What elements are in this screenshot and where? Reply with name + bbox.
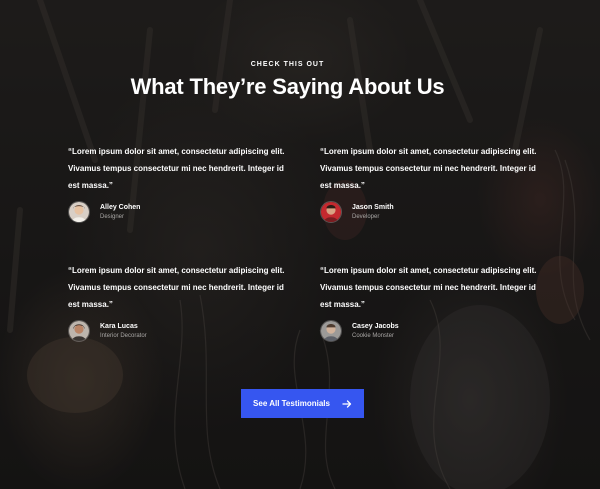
avatar (320, 201, 342, 223)
arrow-right-icon (342, 399, 352, 408)
testimonial-quote: “Lorem ipsum dolor sit amet, consectetur… (320, 147, 537, 190)
author-role: Designer (100, 213, 125, 220)
section-heading: What They’re Saying About Us (130, 74, 445, 99)
testimonial-card: “Lorem ipsum dolor sit amet, consectetur… (320, 262, 540, 342)
author-role: Developer (352, 213, 380, 220)
avatar (68, 201, 90, 223)
testimonial-card: “Lorem ipsum dolor sit amet, consectetur… (68, 262, 288, 342)
testimonial-author: Alley Cohen Designer (68, 201, 288, 223)
testimonial-quote: “Lorem ipsum dolor sit amet, consectetur… (320, 266, 537, 309)
testimonials-section: CHECK THIS OUT What They’re Saying About… (0, 0, 600, 489)
author-role: Interior Decorator (100, 332, 147, 339)
section-eyebrow: CHECK THIS OUT (250, 61, 325, 68)
cta-label: See All Testimonials (253, 399, 330, 408)
testimonial-author: Casey Jacobs Cookie Monster (320, 320, 540, 342)
avatar (68, 320, 90, 342)
author-role: Cookie Monster (352, 332, 395, 339)
testimonial-card: “Lorem ipsum dolor sit amet, consectetur… (68, 143, 288, 223)
testimonial-quote: “Lorem ipsum dolor sit amet, consectetur… (68, 266, 285, 309)
testimonial-card: “Lorem ipsum dolor sit amet, consectetur… (320, 143, 540, 223)
author-name: Kara Lucas (100, 322, 138, 330)
testimonial-author: Jason Smith Developer (320, 201, 540, 223)
testimonial-quote: “Lorem ipsum dolor sit amet, consectetur… (68, 147, 285, 190)
author-name: Alley Cohen (100, 203, 141, 211)
avatar (320, 320, 342, 342)
testimonial-author: Kara Lucas Interior Decorator (68, 320, 288, 342)
author-name: Casey Jacobs (352, 322, 399, 330)
author-name: Jason Smith (352, 203, 394, 211)
see-all-testimonials-button[interactable]: See All Testimonials (241, 389, 364, 418)
